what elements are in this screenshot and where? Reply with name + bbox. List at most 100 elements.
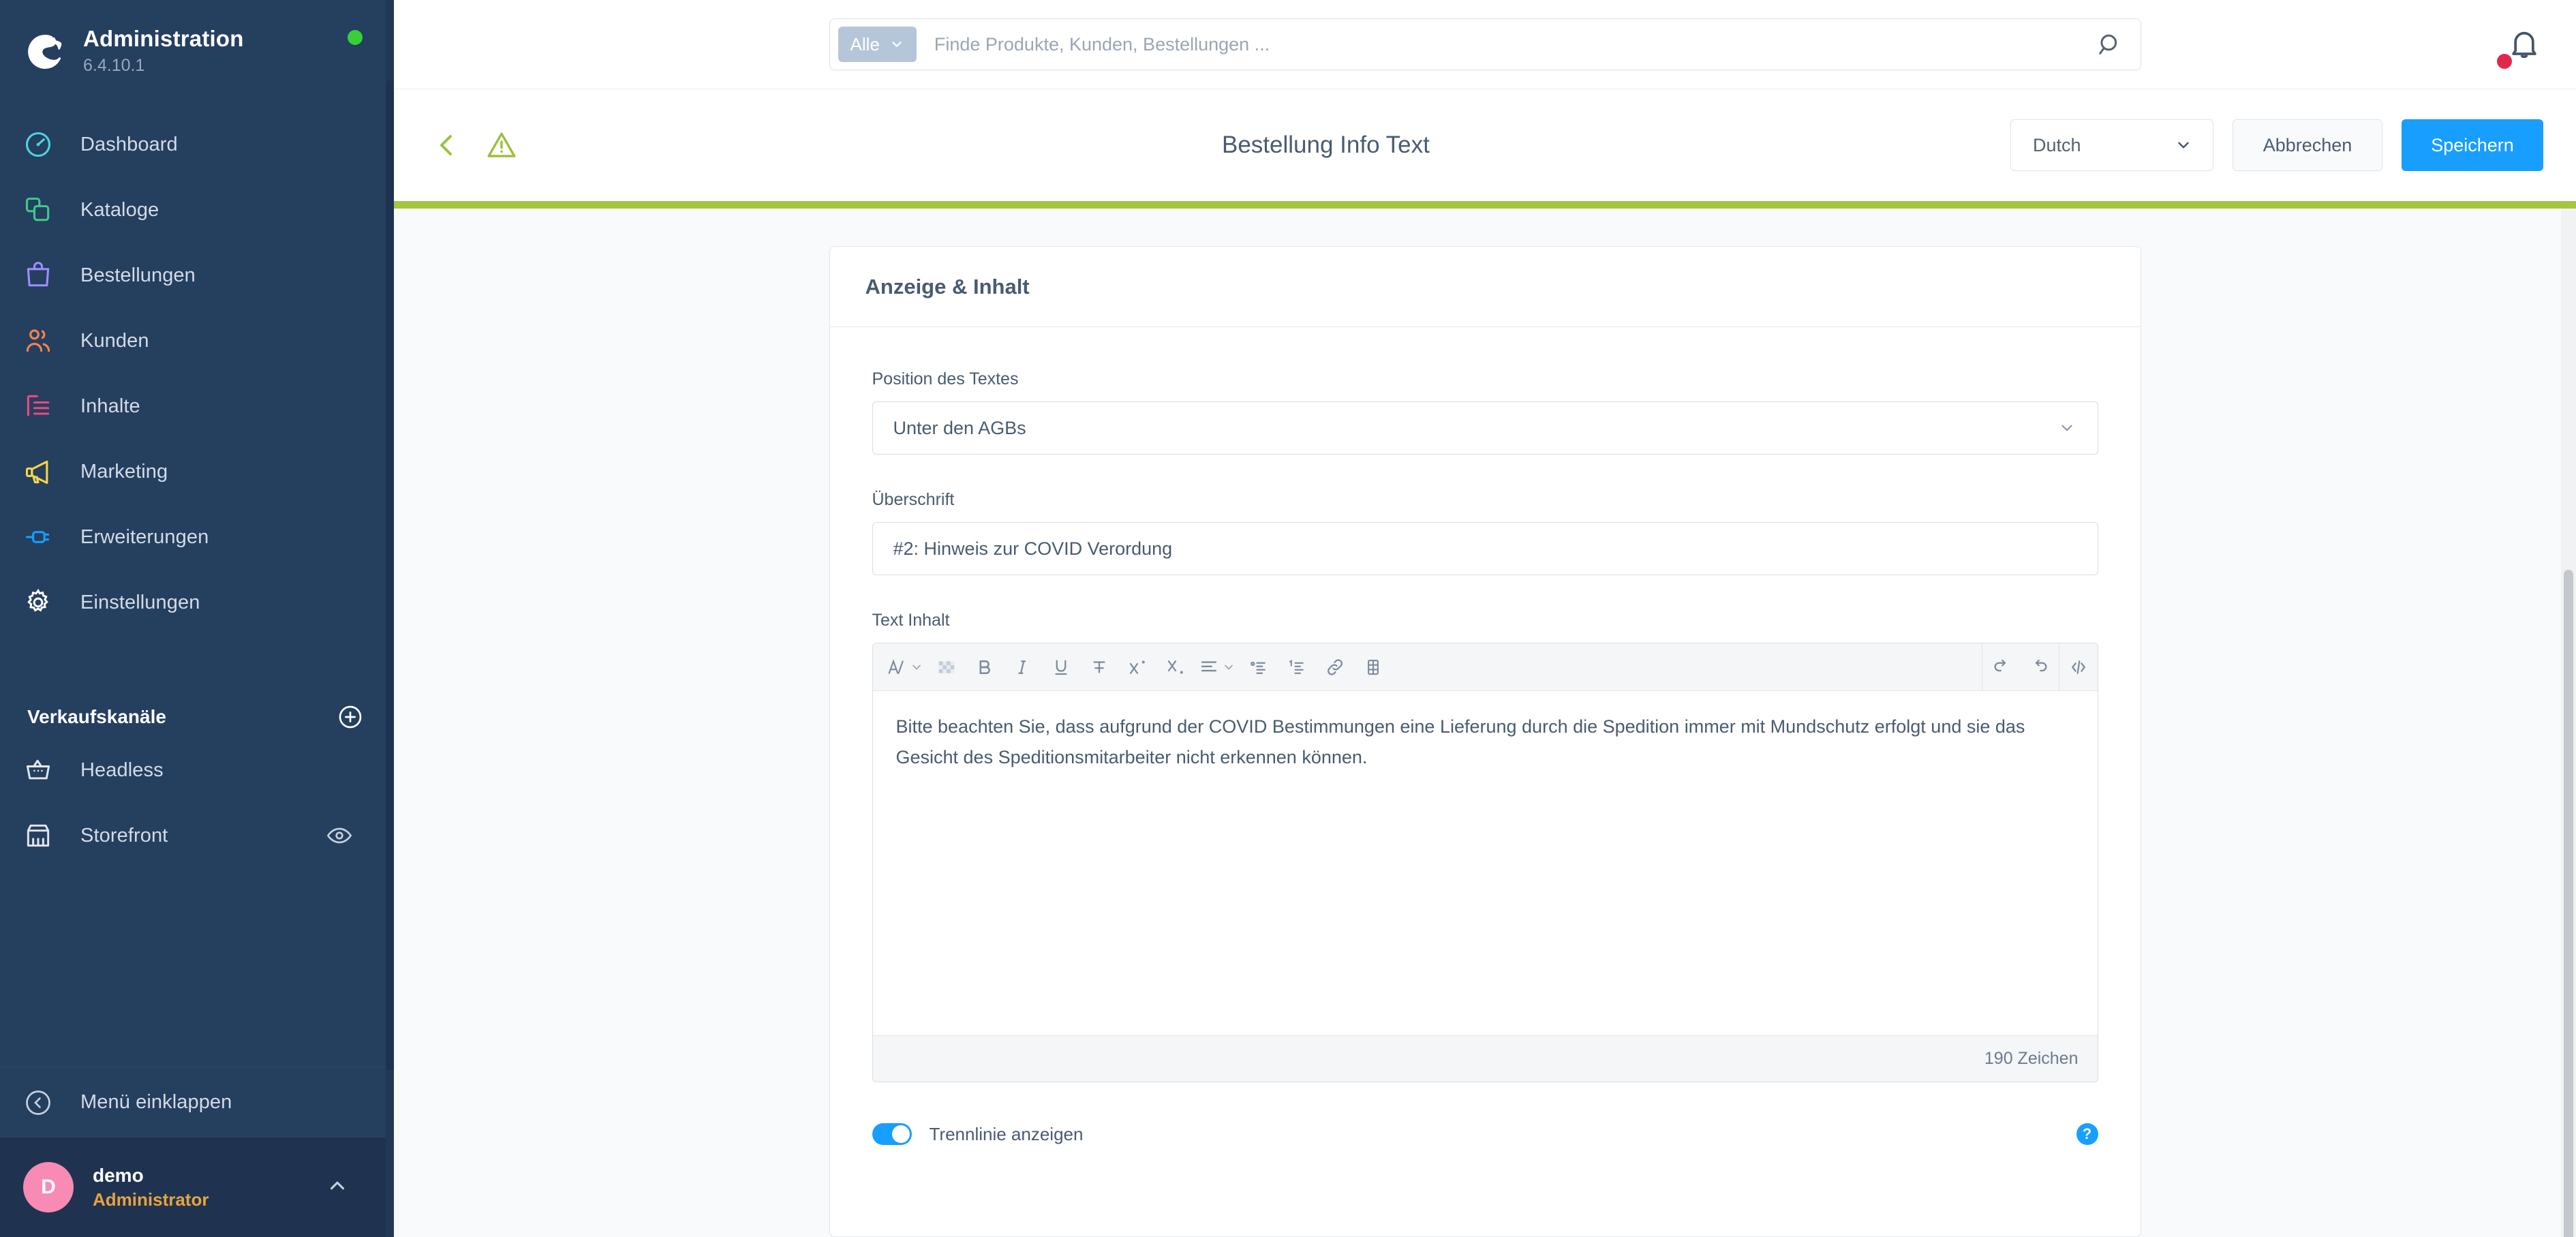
sidebar-channel-label: Storefront [80,824,168,846]
search-input[interactable] [934,33,2079,55]
bold-icon[interactable] [966,643,1004,691]
gauge-icon [23,129,63,159]
text-color-icon[interactable] [927,643,966,691]
sidebar-item-label: Kunden [80,329,149,352]
subscript-icon[interactable] [1156,643,1195,691]
bullet-list-icon[interactable] [1240,643,1278,691]
cancel-button[interactable]: Abbrechen [2233,119,2382,171]
sidebar-item-label: Inhalte [80,395,140,417]
sales-channels-section-header: Verkaufskanäle [0,680,394,737]
editor-content[interactable]: Bitte beachten Sie, dass aufgrund der CO… [873,691,2098,1035]
collapse-menu-button[interactable]: Menü einklappen [0,1067,394,1137]
content-icon [23,391,63,421]
megaphone-icon [23,457,63,487]
font-family-icon[interactable] [883,643,927,691]
sidebar-item-dashboard[interactable]: Dashboard [0,112,394,177]
card-title: Anzeige & Inhalt [865,274,1030,299]
field-position: Position des Textes Unter den AGBs [872,369,2098,455]
accent-progress-bar [394,201,2576,209]
sidebar-item-kunden[interactable]: Kunden [0,308,394,373]
top-search-bar: Alle [394,0,2576,89]
link-icon[interactable] [1316,643,1354,691]
basket-icon [23,755,63,785]
sidebar-item-bestellungen[interactable]: Bestellungen [0,243,394,308]
table-icon[interactable] [1354,643,1392,691]
search-scope-label: Alle [850,33,880,55]
editor-toolbar [872,643,2098,691]
sidebar-app-title: Administration [83,26,244,51]
language-select[interactable]: Dutch [2010,119,2213,171]
sidebar: Administration 6.4.10.1 Dashboard Katalo… [0,0,394,1237]
field-headline: Überschrift [872,490,2098,575]
status-indicator-dot [348,30,363,45]
preview-storefront-eye-icon[interactable] [326,822,353,849]
chevron-down-icon [912,665,921,669]
underline-icon[interactable] [1042,643,1080,691]
chevron-up-icon[interactable] [326,1174,349,1201]
sidebar-item-einstellungen[interactable]: Einstellungen [0,570,394,635]
code-view-icon[interactable] [2059,643,2098,691]
sidebar-item-label: Marketing [80,460,168,483]
numbered-list-icon[interactable] [1278,643,1316,691]
toggle-knob [891,1125,910,1143]
user-role: Administrator [93,1189,209,1210]
sidebar-scrollbar[interactable] [386,0,394,1237]
divider-toggle[interactable] [872,1123,912,1145]
add-sales-channel-icon[interactable] [337,703,364,731]
chevron-down-icon [1224,665,1233,669]
sidebar-item-label: Erweiterungen [80,525,209,548]
search-icon[interactable] [2079,31,2141,58]
notifications-bell-icon[interactable] [2497,25,2543,69]
shopware-logo-icon [23,29,67,73]
page-scrollbar[interactable] [2561,209,2576,1237]
sidebar-scrollbar-thumb[interactable] [386,80,394,1070]
avatar: D [23,1162,74,1212]
storefront-icon [23,821,63,851]
sidebar-item-label: Kataloge [80,198,159,221]
help-icon[interactable]: ? [2076,1123,2098,1145]
content-label: Text Inhalt [872,611,950,630]
sidebar-brand[interactable]: Administration 6.4.10.1 [0,0,394,82]
user-profile-area[interactable]: D demo Administrator [0,1137,394,1237]
search-scope-selector[interactable]: Alle [838,27,917,62]
position-select[interactable]: Unter den AGBs [872,401,2098,455]
strikethrough-icon[interactable] [1080,643,1118,691]
card-body: Position des Textes Unter den AGBs Übers… [830,327,2141,1186]
save-button[interactable]: Speichern [2402,119,2543,171]
content-scroll-area: Anzeige & Inhalt Position des Textes Unt… [394,209,2576,1237]
sidebar-item-inhalte[interactable]: Inhalte [0,373,394,439]
chevron-down-icon [892,42,902,47]
italic-icon[interactable] [1004,643,1042,691]
back-chevron-icon[interactable] [431,127,466,163]
card-header: Anzeige & Inhalt [829,247,2141,327]
global-search: Alle [829,18,2141,70]
headline-input[interactable] [872,522,2098,575]
language-select-value: Dutch [2033,134,2081,155]
page-header-actions: Dutch Abbrechen Speichern [2010,119,2543,171]
page-title: Bestellung Info Text [1222,132,1430,158]
display-and-content-card: Anzeige & Inhalt Position des Textes Unt… [829,246,2141,1237]
notification-badge [2497,54,2512,69]
redo-icon[interactable] [2021,643,2059,691]
sidebar-channel-headless[interactable]: Headless [0,737,394,803]
align-icon[interactable] [1195,643,1240,691]
gear-icon [23,587,63,617]
warning-triangle-icon[interactable] [485,127,521,163]
page-scrollbar-thumb[interactable] [2564,570,2573,1237]
sidebar-item-marketing[interactable]: Marketing [0,439,394,504]
divider-toggle-row: Trennlinie anzeigen ? [872,1123,2098,1145]
position-select-value: Unter den AGBs [893,417,1026,438]
sidebar-app-version: 6.4.10.1 [83,56,145,75]
position-label: Position des Textes [872,369,1019,388]
superscript-icon[interactable] [1118,643,1156,691]
page-header: Bestellung Info Text Dutch Abbrechen Spe… [394,89,2576,201]
field-text-content: Text Inhalt Bitte beachten Sie, dass auf… [872,611,2098,1082]
sidebar-item-erweiterungen[interactable]: Erweiterungen [0,504,394,570]
undo-icon[interactable] [1982,643,2021,691]
sidebar-item-label: Einstellungen [80,591,200,613]
catalog-icon [23,195,63,225]
plug-icon [23,522,63,552]
sidebar-item-kataloge[interactable]: Kataloge [0,177,394,243]
sidebar-channel-storefront[interactable]: Storefront [0,803,394,868]
